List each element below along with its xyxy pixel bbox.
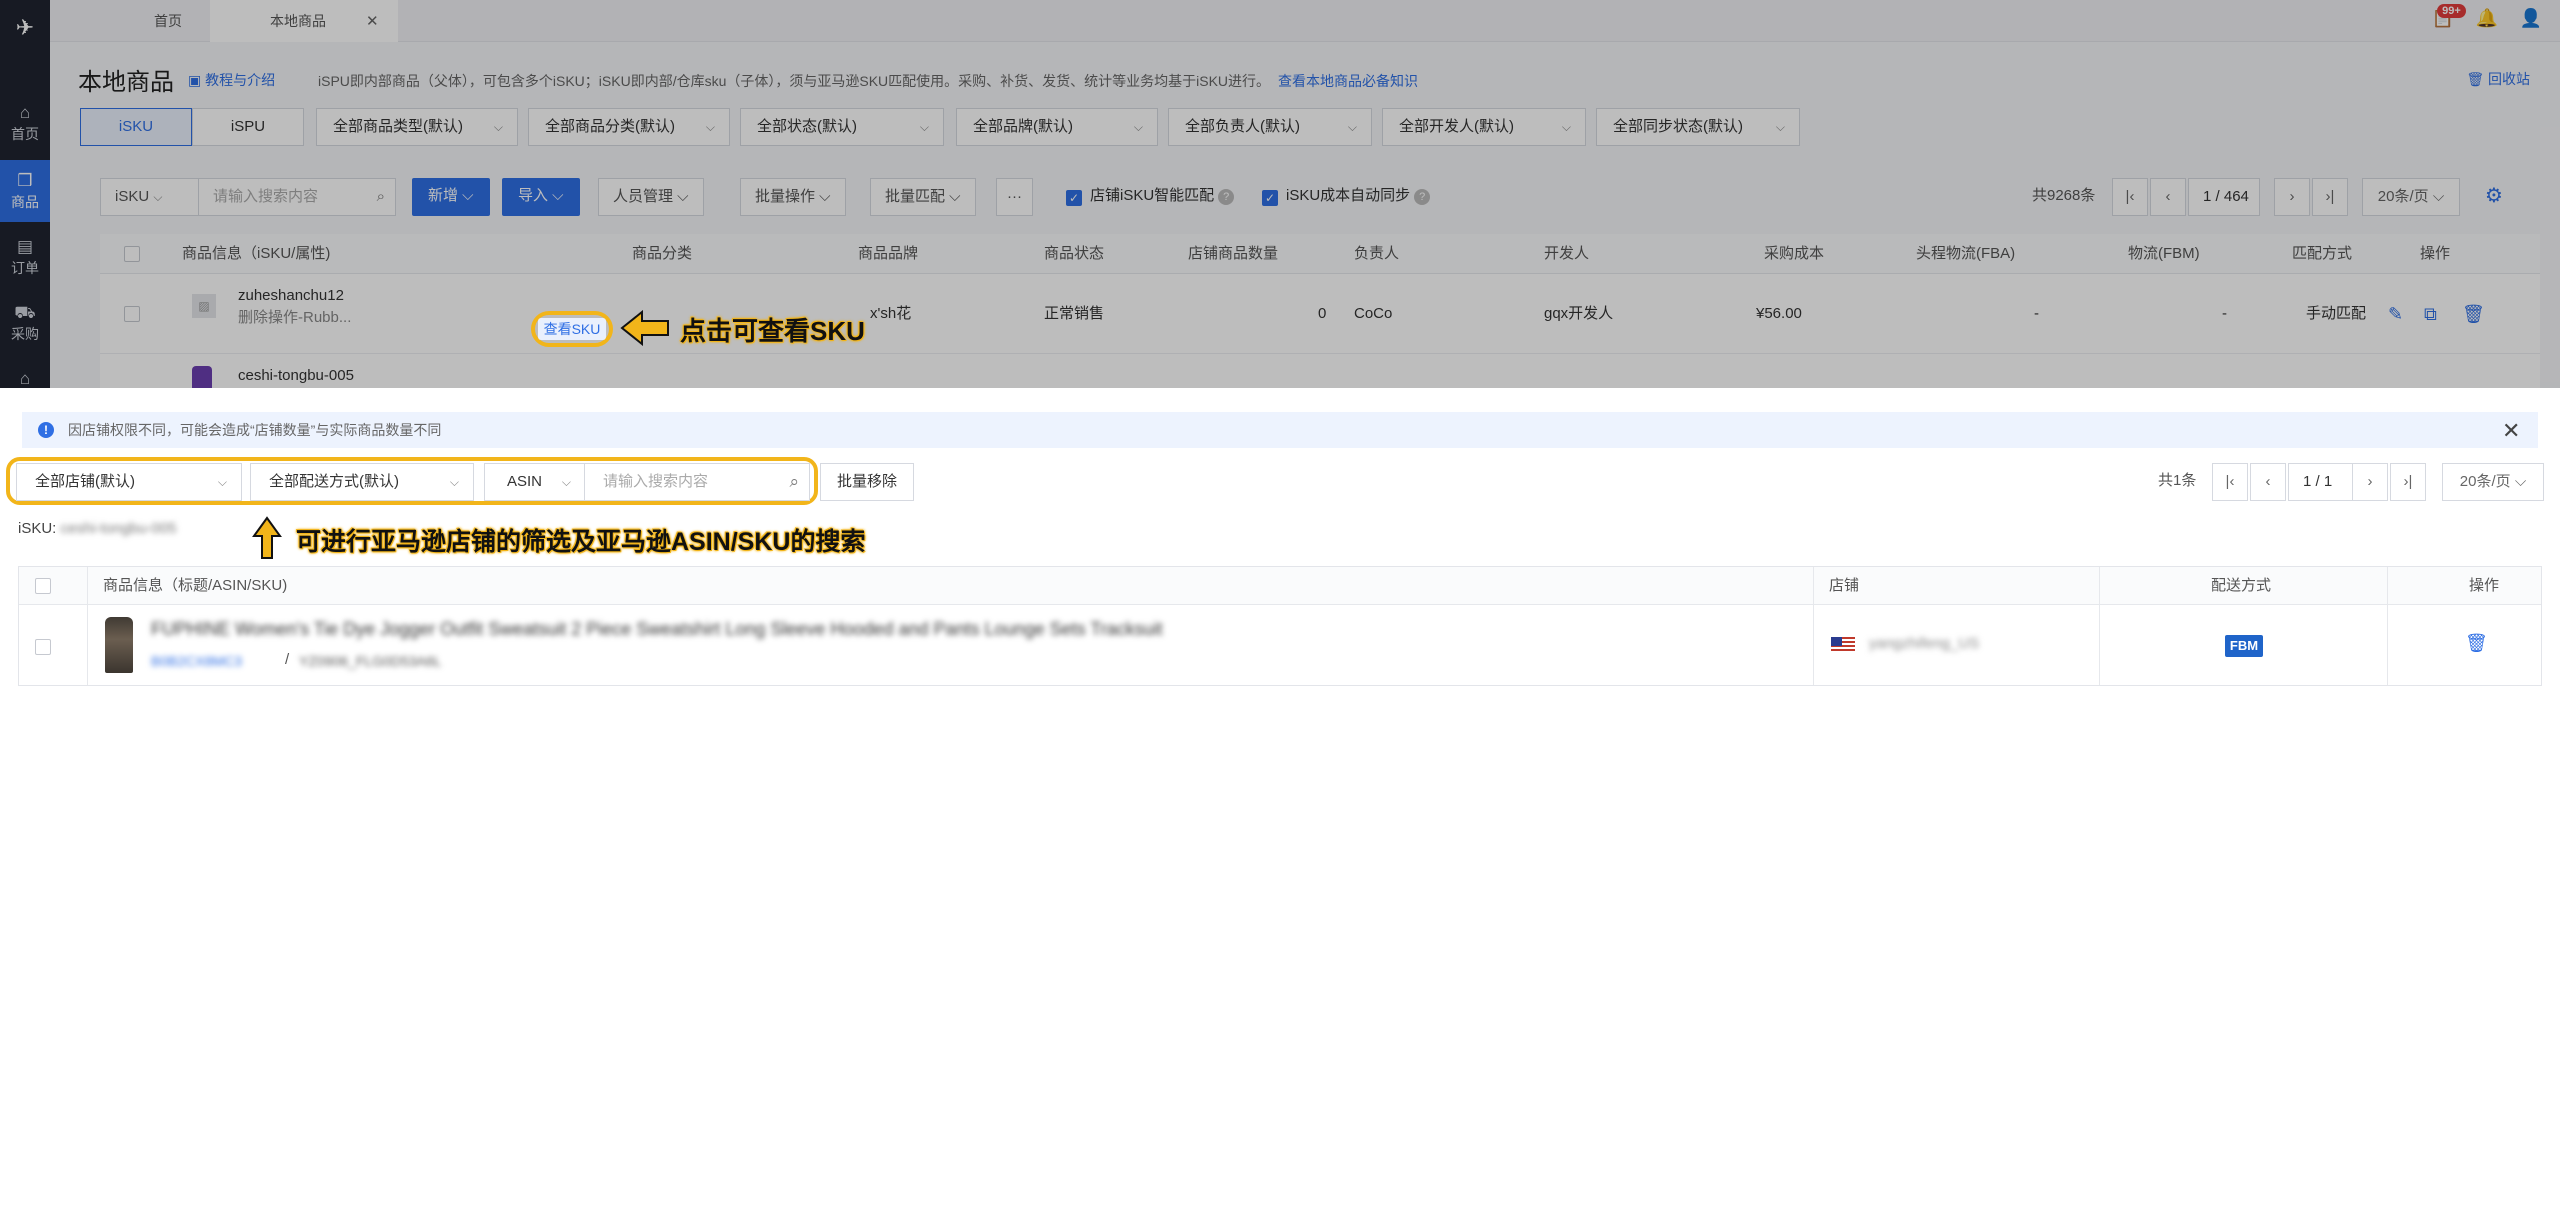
page-input[interactable]: 1 / 1 xyxy=(2288,463,2360,501)
info-icon: ! xyxy=(38,422,54,438)
row-checkbox[interactable] xyxy=(35,639,51,655)
arrow-left-icon xyxy=(620,310,669,346)
product-sku: YZ0906_FLG0D53A6L xyxy=(299,653,442,669)
dialog-pager-total: 共1条 xyxy=(2158,472,2197,489)
search-icon: ⌕ xyxy=(789,472,799,491)
close-icon[interactable]: ✕ xyxy=(2502,418,2520,444)
search-type-select[interactable]: ASIN ⌵ xyxy=(484,463,586,501)
delivery-badge: FBM xyxy=(2225,635,2263,657)
select-all-checkbox[interactable] xyxy=(35,578,51,594)
page-size-select[interactable]: 20条/页 ⌵ xyxy=(2442,463,2544,501)
store-filter[interactable]: 全部店铺(默认) ⌵ xyxy=(16,463,242,501)
sku-table: 商品信息（标题/ASIN/SKU) 店铺 配送方式 操作 FUPHINE Wom… xyxy=(18,566,2542,686)
sku-table-header xyxy=(19,567,2541,605)
store-name: yangzhifeng_US xyxy=(1869,635,1980,652)
first-page-button[interactable]: |‹ xyxy=(2212,463,2248,501)
prev-page-button[interactable]: ‹ xyxy=(2250,463,2286,501)
isku-label: iSKU: ceshi-tongbu-005 xyxy=(18,520,177,537)
next-page-button[interactable]: › xyxy=(2352,463,2388,501)
delete-icon[interactable]: 🗑 xyxy=(2465,633,2488,654)
delivery-filter[interactable]: 全部配送方式(默认) ⌵ xyxy=(250,463,474,501)
us-flag-icon xyxy=(1831,637,1855,653)
arrow-up-icon xyxy=(252,516,282,559)
product-asin[interactable]: B0B2CX8MC3 xyxy=(151,653,242,669)
search-input[interactable]: 请输入搜索内容 ⌕ xyxy=(584,463,810,501)
dim-overlay xyxy=(0,0,2560,388)
chevron-down-icon: ⌵ xyxy=(217,475,227,489)
chevron-down-icon: ⌵ xyxy=(561,475,571,489)
product-title: FUPHINE Women's Tie Dye Jogger Outfit Sw… xyxy=(151,619,1163,639)
annotation-view-sku: 点击可查看SKU xyxy=(680,316,865,346)
last-page-button[interactable]: ›| xyxy=(2390,463,2426,501)
notice-bar: ! 因店铺权限不同，可能会造成“店铺数量”与实际商品数量不同 xyxy=(22,412,2538,448)
background-page: ✈ ⌂ 首页 ❒ 商品 ▤ 订单 ⛟ 采购 ⌂ 首页 本地商品 ✕ 📋 🔔 99+ … xyxy=(0,0,2560,388)
separator: / xyxy=(285,651,290,668)
chevron-down-icon: ⌵ xyxy=(449,475,459,489)
product-image xyxy=(105,617,133,673)
annotation-filter: 可进行亚马逊店铺的筛选及亚马逊ASIN/SKU的搜索 xyxy=(296,528,866,556)
batch-remove-button[interactable]: 批量移除 xyxy=(820,463,915,501)
view-sku-button[interactable]: 查看SKU xyxy=(538,318,606,340)
